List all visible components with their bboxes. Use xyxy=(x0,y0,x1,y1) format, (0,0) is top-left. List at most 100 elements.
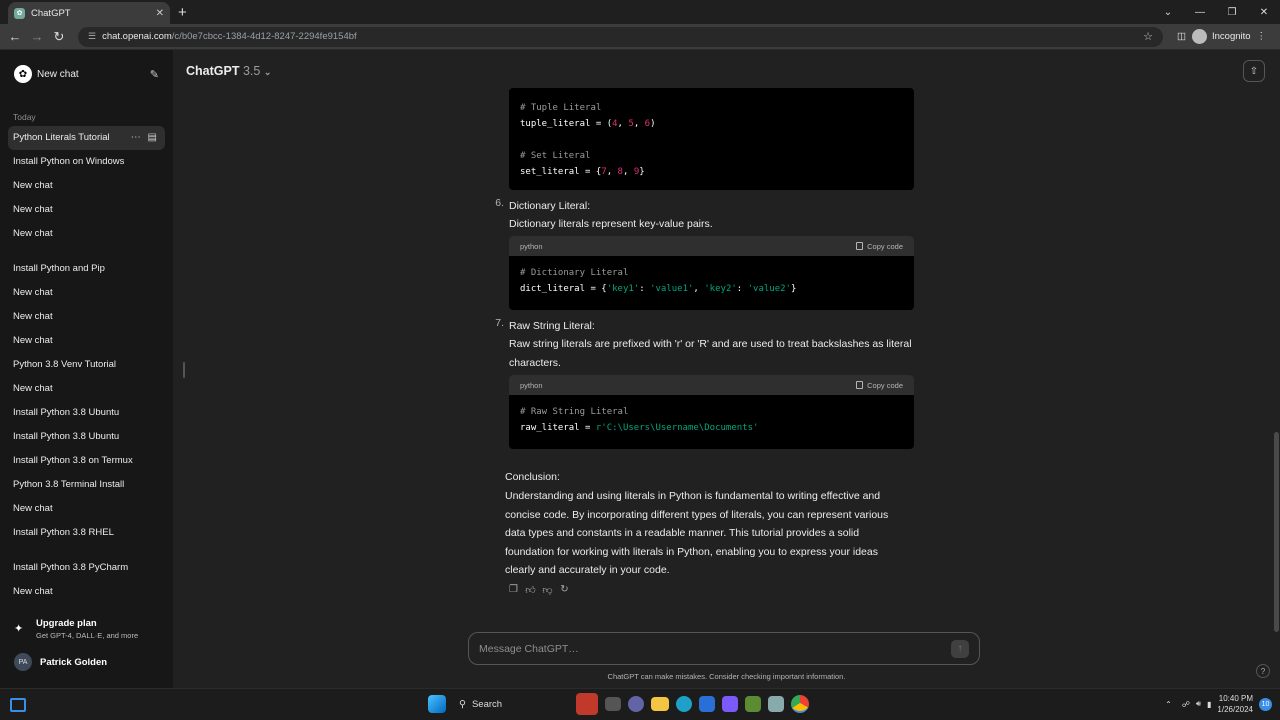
history-item[interactable]: Install Python 3.8 Ubuntu xyxy=(8,425,165,449)
tab-close-icon[interactable]: ✕ xyxy=(156,8,164,19)
chat-app-icon[interactable] xyxy=(627,696,644,712)
clock-time: 10:40 PM xyxy=(1218,694,1253,703)
code-language: python xyxy=(520,241,543,251)
vpn-app-icon[interactable] xyxy=(721,696,738,712)
history-item[interactable]: Install Python 3.8 Ubuntu xyxy=(8,401,165,425)
avatar: PA xyxy=(14,653,32,671)
list-item-title: Raw String Literal: xyxy=(509,320,595,332)
history-item-label: New chat xyxy=(13,180,53,191)
reload-icon[interactable]: ↻ xyxy=(48,29,70,45)
history-item[interactable]: Python Literals Tutorial ⋯ ▤ xyxy=(8,126,165,150)
site-info-icon[interactable]: ☰ xyxy=(88,31,96,42)
file-explorer-icon[interactable] xyxy=(650,697,669,711)
side-panel-icon[interactable]: ◫ xyxy=(1177,31,1186,42)
code-block: python Copy code # Dictionary Literal di… xyxy=(509,236,914,310)
thumbs-down-icon[interactable]: 👎︎ xyxy=(539,584,556,596)
share-icon: ⇧ xyxy=(1249,65,1259,77)
history-item[interactable]: Install Python 3.8 RHEL xyxy=(8,521,165,545)
browser-tab[interactable]: ✿ ChatGPT ✕ xyxy=(8,2,170,24)
history-item[interactable]: New chat xyxy=(8,377,165,401)
message-input[interactable] xyxy=(479,642,951,655)
list-item-title: Dictionary Literal: xyxy=(509,200,591,212)
volume-icon[interactable]: 🔊︎ xyxy=(1196,699,1201,709)
task-view-icon[interactable] xyxy=(604,697,621,711)
fruits-app-icon[interactable] xyxy=(575,693,598,715)
history-item[interactable]: New chat xyxy=(8,222,165,246)
minecraft-icon[interactable] xyxy=(744,696,761,712)
archive-icon[interactable]: ▤ xyxy=(148,132,159,143)
notification-badge[interactable]: 10 xyxy=(1259,697,1272,711)
sidebar-new-chat[interactable]: ✿ New chat ✎ xyxy=(0,50,173,98)
user-profile[interactable]: PA Patrick Golden xyxy=(0,650,173,674)
windows-start-icon[interactable] xyxy=(427,695,446,713)
history-item-label: Install Python and Pip xyxy=(13,263,105,274)
send-button[interactable]: ↑ xyxy=(951,639,969,658)
window-close-icon[interactable]: ✕ xyxy=(1248,7,1280,18)
tray-overflow-icon[interactable]: ⌃ xyxy=(1165,700,1172,709)
incognito-label: Incognito xyxy=(1211,31,1251,42)
copy-icon[interactable]: ❐ xyxy=(505,584,522,596)
history-item[interactable]: New chat xyxy=(8,329,165,353)
sidebar-collapse-handle[interactable] xyxy=(183,362,185,378)
history-item[interactable]: Python 3.8 Venv Tutorial xyxy=(8,353,165,377)
code-text: dict_literal = { xyxy=(520,284,607,294)
copy-code-label: Copy code xyxy=(867,380,903,390)
minimize-icon[interactable]: — xyxy=(1184,7,1216,18)
widgets-icon[interactable] xyxy=(10,698,26,712)
store-icon[interactable] xyxy=(698,696,715,712)
history-item[interactable]: Python 3.8 Terminal Install xyxy=(8,473,165,497)
copy-code-button[interactable]: Copy code xyxy=(856,242,903,251)
tab-title: ChatGPT xyxy=(31,7,71,19)
bookmark-star-icon[interactable]: ☆ xyxy=(1143,30,1153,43)
new-tab-icon[interactable]: + xyxy=(178,4,187,21)
code-number: 6 xyxy=(644,119,651,129)
history-item[interactable]: Install Python 3.8 on Termux xyxy=(8,449,165,473)
sparkle-icon: ✦ xyxy=(14,623,24,635)
history-item[interactable]: New chat xyxy=(8,497,165,521)
regenerate-icon[interactable]: ↻ xyxy=(556,584,573,596)
upgrade-text: Upgrade plan Get GPT-4, DALL·E, and more xyxy=(32,618,138,640)
history-item-label: New chat xyxy=(13,228,53,239)
model-selector[interactable]: ChatGPT 3.5 ⌄ xyxy=(186,64,271,78)
code-comment: # Dictionary Literal xyxy=(520,268,629,278)
more-options-icon[interactable]: ⋯ xyxy=(131,132,143,143)
tab-search-icon[interactable]: ⌄ xyxy=(1152,7,1184,18)
scrollbar[interactable] xyxy=(1274,432,1279,632)
network-icon[interactable]: ☍ xyxy=(1182,700,1190,709)
back-icon[interactable]: ← xyxy=(4,29,26,44)
clock[interactable]: 10:40 PM 1/26/2024 xyxy=(1217,693,1253,715)
url-host: chat.openai.com xyxy=(102,31,172,42)
forward-icon[interactable]: → xyxy=(26,29,48,44)
history-item-label: New chat xyxy=(13,335,53,346)
url-field[interactable]: ☰ chat.openai.com /c/b0e7cbcc-1384-4d12-… xyxy=(78,26,1163,47)
history-item[interactable]: Install Python and Pip xyxy=(8,257,165,281)
clipboard-icon xyxy=(856,381,864,389)
history-item[interactable]: Install Python on Windows xyxy=(8,150,165,174)
image-viewer-icon[interactable] xyxy=(767,696,784,712)
history-item[interactable]: New chat xyxy=(8,580,165,604)
browser-tab-strip: ✿ ChatGPT ✕ + ⌄ — ❐ ✕ xyxy=(0,0,1280,24)
code-string: 'key2' xyxy=(704,284,737,294)
history-item[interactable]: New chat xyxy=(8,305,165,329)
code-content: # Tuple Literal tuple_literal = (4, 5, 6… xyxy=(520,103,656,177)
history-item[interactable]: New chat xyxy=(8,281,165,305)
edge-browser-icon[interactable] xyxy=(675,696,692,712)
maximize-icon[interactable]: ❐ xyxy=(1216,7,1248,18)
help-icon[interactable]: ? xyxy=(1256,664,1270,678)
code-comment: # Tuple Literal xyxy=(520,103,602,113)
battery-icon[interactable]: ▮ xyxy=(1207,700,1211,709)
new-chat-edit-icon[interactable]: ✎ xyxy=(150,68,159,81)
history-item[interactable]: Install Python 3.8 PyCharm xyxy=(8,556,165,580)
thumbs-up-icon[interactable]: 👍︎ xyxy=(522,584,539,596)
history-item[interactable]: New chat xyxy=(8,174,165,198)
browser-menu-icon[interactable]: ⋮ xyxy=(1257,31,1267,42)
copy-code-button[interactable]: Copy code xyxy=(856,381,903,390)
history-item[interactable]: New chat xyxy=(8,198,165,222)
address-bar: ← → ↻ ☰ chat.openai.com /c/b0e7cbcc-1384… xyxy=(0,24,1280,50)
taskbar-search[interactable]: ⚲ Search xyxy=(453,693,568,715)
upgrade-plan[interactable]: ✦ Upgrade plan Get GPT-4, DALL·E, and mo… xyxy=(0,618,173,640)
chrome-icon[interactable] xyxy=(790,695,809,713)
share-button[interactable]: ⇧ xyxy=(1243,60,1265,82)
incognito-profile[interactable]: Incognito xyxy=(1191,29,1251,44)
